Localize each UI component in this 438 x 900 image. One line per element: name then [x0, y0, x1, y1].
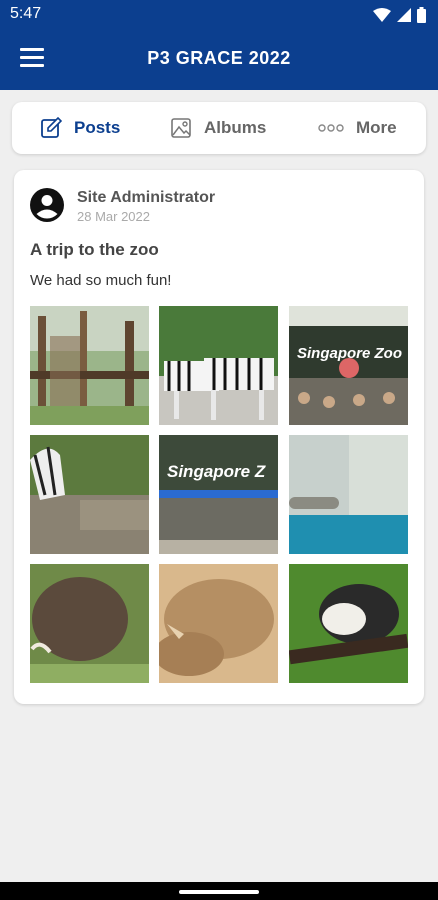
photo-zoo-entrance-sign[interactable]: Singapore Zoo: [289, 306, 408, 425]
status-bar: 5:47: [0, 0, 438, 30]
cellular-signal-icon: [397, 8, 411, 22]
photo-rhinoceros[interactable]: [159, 564, 278, 683]
photo-zebra-on-rocks[interactable]: [30, 435, 149, 554]
wifi-icon: [373, 8, 391, 22]
edit-icon: [41, 117, 62, 138]
photo-zebras[interactable]: [159, 306, 278, 425]
post-title[interactable]: A trip to the zoo: [30, 240, 159, 260]
page-title: P3 GRACE 2022: [147, 48, 291, 68]
tab-bar: Posts Albums More: [12, 102, 426, 154]
post-body: We had so much fun!: [30, 272, 172, 289]
post-author[interactable]: Site Administrator: [77, 189, 215, 207]
image-icon: [171, 118, 191, 138]
photo-warthog[interactable]: [30, 564, 149, 683]
tab-posts-label: Posts: [74, 118, 121, 137]
gate-sign-text: Singapore Z: [167, 462, 266, 481]
app-header: 5:47 P3 GRACE 2022: [0, 0, 438, 90]
more-dots-icon: [318, 124, 344, 132]
photo-zoo-entrance-gate[interactable]: Singapore Z: [159, 435, 278, 554]
photo-trees-and-enclosure[interactable]: [30, 306, 149, 425]
avatar-icon[interactable]: [30, 188, 64, 222]
home-gesture-handle[interactable]: [179, 890, 259, 894]
tab-albums-label: Albums: [204, 118, 267, 137]
status-icons: [373, 7, 426, 23]
photo-aquarium-pool[interactable]: [289, 435, 408, 554]
tab-more[interactable]: More: [318, 102, 397, 154]
post-date: 28 Mar 2022: [77, 209, 150, 224]
battery-icon: [417, 7, 426, 23]
tab-albums[interactable]: Albums: [170, 102, 266, 154]
tab-more-label: More: [356, 118, 397, 137]
post-card[interactable]: Site Administrator 28 Mar 2022 A trip to…: [14, 170, 424, 704]
status-time: 5:47: [10, 5, 42, 22]
photo-monkey-on-branch[interactable]: [289, 564, 408, 683]
tab-posts[interactable]: Posts: [40, 102, 120, 154]
